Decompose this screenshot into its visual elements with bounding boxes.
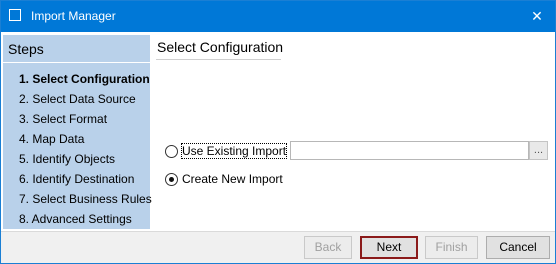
window-icon xyxy=(9,9,21,21)
create-new-import-radio[interactable] xyxy=(165,172,178,186)
step-select-data-source: 2. Select Data Source xyxy=(19,92,136,106)
step-identify-destination: 6. Identify Destination xyxy=(19,172,135,186)
create-new-import-label[interactable]: Create New Import xyxy=(182,172,283,186)
use-existing-import-radio[interactable] xyxy=(165,144,178,158)
step-select-format: 3. Select Format xyxy=(19,112,108,126)
step-map-data: 4. Map Data xyxy=(19,132,85,146)
steps-panel: Steps 1. Select Configuration 2. Select … xyxy=(3,35,152,229)
steps-heading: Steps xyxy=(8,41,44,57)
browse-button[interactable]: ... xyxy=(529,141,548,160)
window-title: Import Manager xyxy=(31,9,116,23)
step-select-business-rules: 7. Select Business Rules xyxy=(19,192,152,206)
step-advanced-settings: 8. Advanced Settings xyxy=(19,212,132,226)
create-new-import-option[interactable]: Create New Import xyxy=(165,172,283,186)
wizard-content: Steps 1. Select Configuration 2. Select … xyxy=(1,32,555,231)
page-title-underline xyxy=(156,59,281,60)
title-bar: Import Manager ✕ xyxy=(1,1,555,32)
back-button[interactable]: Back xyxy=(304,236,352,259)
close-icon[interactable]: ✕ xyxy=(525,4,549,28)
page-title: Select Configuration xyxy=(157,39,284,55)
step-identify-objects: 5. Identify Objects xyxy=(19,152,116,166)
cancel-button[interactable]: Cancel xyxy=(486,236,550,259)
use-existing-import-label[interactable]: Use Existing Import xyxy=(180,143,288,159)
button-bar-divider xyxy=(1,231,555,232)
use-existing-import-option[interactable]: Use Existing Import xyxy=(165,143,288,159)
steps-divider xyxy=(3,62,150,63)
import-manager-window: Import Manager ✕ Steps 1. Select Configu… xyxy=(0,0,556,264)
finish-button[interactable]: Finish xyxy=(425,236,478,259)
step-select-configuration: 1. Select Configuration xyxy=(19,72,150,86)
existing-import-input[interactable] xyxy=(290,141,529,160)
next-button[interactable]: Next xyxy=(360,236,418,259)
